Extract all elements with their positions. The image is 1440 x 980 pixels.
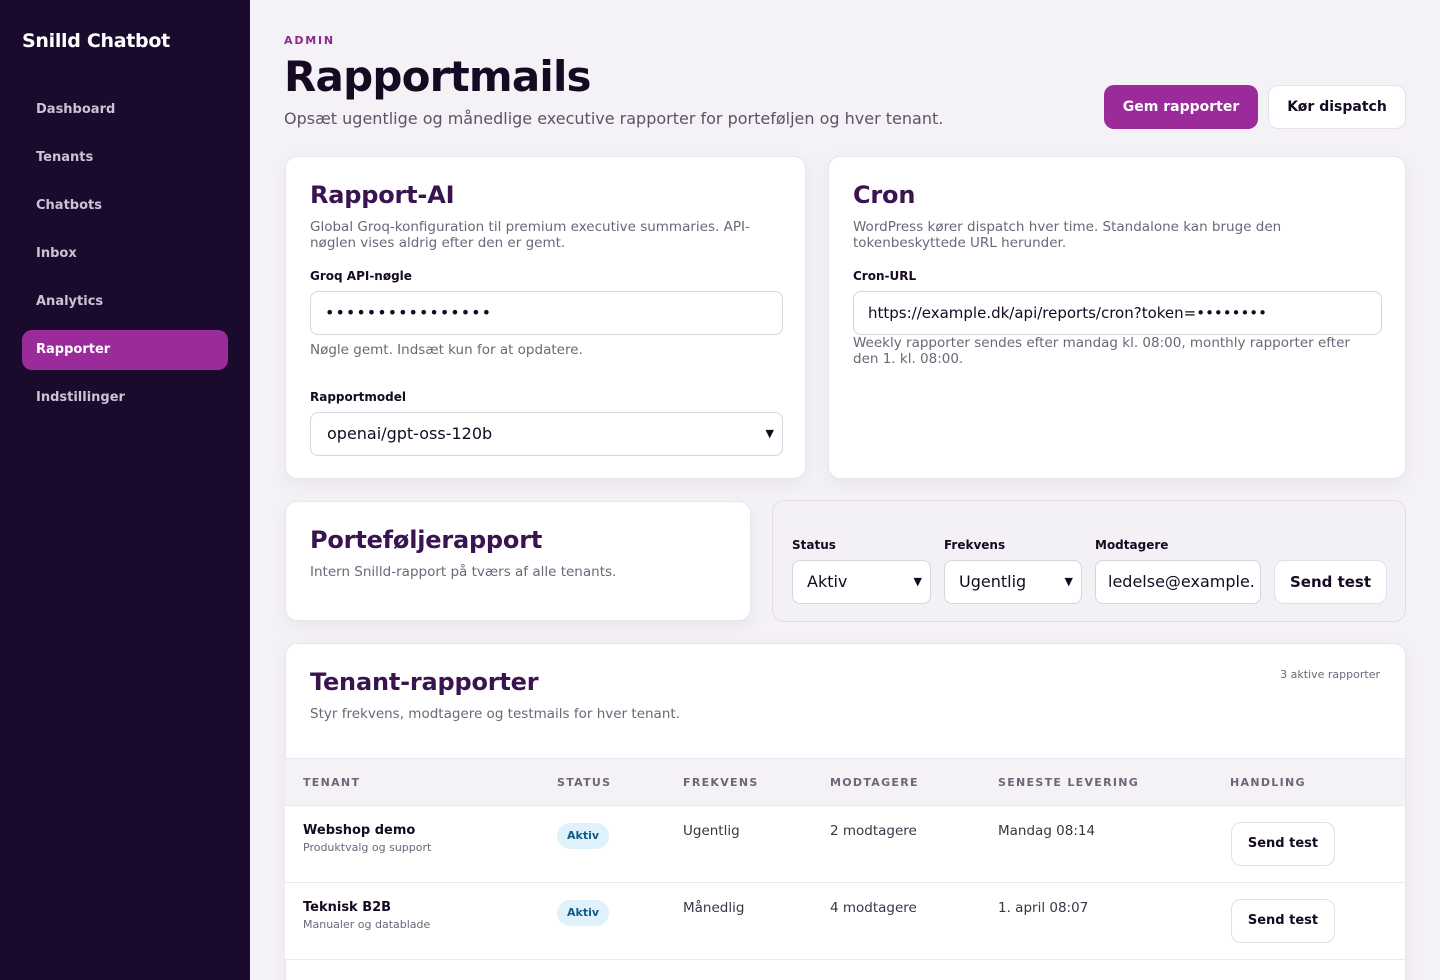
- column-header-last-delivery: SENESTE LEVERING: [998, 776, 1140, 789]
- column-header-recipients: MODTAGERE: [830, 776, 919, 789]
- portfolio-frequency-label: Frekvens: [944, 538, 1006, 552]
- brand-logo[interactable]: Snilld Chatbot: [22, 30, 170, 52]
- groq-key-hint: Nøgle gemt. Indsæt kun for at opdatere.: [310, 342, 583, 358]
- column-header-tenant: TENANT: [303, 776, 361, 789]
- send-test-button[interactable]: Send test: [1231, 899, 1335, 943]
- frequency-cell: Ugentlig: [683, 823, 740, 839]
- report-model-label: Rapportmodel: [310, 390, 407, 404]
- sidebar: Snilld Chatbot Dashboard Tenants Chatbot…: [0, 0, 250, 980]
- portfolio-recipients-label: Modtagere: [1095, 538, 1169, 552]
- portfolio-frequency-select[interactable]: Ugentlig ▼: [944, 560, 1082, 604]
- cron-url-label: Cron-URL: [853, 269, 917, 283]
- sidebar-item-tenants[interactable]: Tenants: [22, 138, 228, 178]
- cron-card: Cron WordPress kører dispatch hver time.…: [828, 156, 1406, 479]
- sidebar-item-analytics[interactable]: Analytics: [22, 282, 228, 322]
- column-header-status: STATUS: [557, 776, 612, 789]
- groq-key-label: Groq API-nøgle: [310, 269, 412, 283]
- sidebar-item-indstillinger[interactable]: Indstillinger: [22, 378, 228, 418]
- tenant-name: Webshop demo: [303, 823, 416, 838]
- portfolio-send-test-button[interactable]: Send test: [1274, 560, 1387, 604]
- sidebar-item-rapporter[interactable]: Rapporter: [22, 330, 228, 370]
- report-ai-title: Rapport-AI: [310, 181, 455, 209]
- status-badge: Aktiv: [557, 823, 610, 849]
- cron-description: WordPress kører dispatch hver time. Stan…: [853, 219, 1282, 251]
- page-subtitle: Opsæt ugentlige og månedlige executive r…: [284, 109, 944, 128]
- tenant-reports-title: Tenant-rapporter: [310, 668, 539, 696]
- portfolio-status-select[interactable]: Aktiv ▼: [792, 560, 931, 604]
- chevron-down-icon: ▼: [1064, 575, 1073, 588]
- portfolio-recipients-input[interactable]: ledelse@example.: [1095, 560, 1261, 604]
- sidebar-item-chatbots[interactable]: Chatbots: [22, 186, 228, 226]
- sidebar-item-dashboard[interactable]: Dashboard: [22, 90, 228, 130]
- recipients-cell: 4 modtagere: [830, 900, 917, 916]
- chevron-down-icon: ▼: [765, 427, 774, 440]
- portfolio-title: Porteføljerapport: [310, 526, 543, 554]
- active-reports-count: 3 aktive rapporter: [1280, 668, 1380, 681]
- save-reports-button[interactable]: Gem rapporter: [1104, 85, 1258, 129]
- tenant-name: Teknisk B2B: [303, 900, 392, 915]
- portfolio-status-value: Aktiv: [807, 572, 848, 591]
- groq-key-input[interactable]: ••••••••••••••••: [310, 291, 783, 335]
- frequency-cell: Månedlig: [683, 900, 745, 916]
- portfolio-description: Intern Snilld-rapport på tværs af alle t…: [310, 564, 617, 580]
- column-header-action: HANDLING: [1230, 776, 1306, 789]
- portfolio-controls: Status Aktiv ▼ Frekvens Ugentlig ▼ Modta…: [772, 500, 1406, 622]
- status-badge: Aktiv: [557, 900, 610, 926]
- recipients-cell: 2 modtagere: [830, 823, 917, 839]
- page-eyebrow: ADMIN: [284, 34, 335, 47]
- last-delivery-cell: Mandag 08:14: [998, 823, 1096, 839]
- last-delivery-cell: 1. april 08:07: [998, 900, 1089, 916]
- portfolio-status-label: Status: [792, 538, 836, 552]
- tenant-description: Manualer og datablade: [303, 918, 431, 931]
- table-row: Webshop demo Produktvalg og support Akti…: [285, 806, 1405, 883]
- sidebar-item-inbox[interactable]: Inbox: [22, 234, 228, 274]
- send-test-button[interactable]: Send test: [1231, 822, 1335, 866]
- portfolio-card: Porteføljerapport Intern Snilld-rapport …: [285, 501, 751, 621]
- cron-title: Cron: [853, 181, 916, 209]
- cron-hint: Weekly rapporter sendes efter mandag kl.…: [853, 335, 1350, 367]
- tenant-table-header: TENANT STATUS FREKVENS MODTAGERE SENESTE…: [285, 758, 1405, 806]
- portfolio-frequency-value: Ugentlig: [959, 572, 1027, 591]
- tenant-reports-description: Styr frekvens, modtagere og testmails fo…: [310, 706, 680, 722]
- report-ai-description: Global Groq-konfiguration til premium ex…: [310, 219, 750, 251]
- column-header-frequency: FREKVENS: [683, 776, 759, 789]
- tenant-description: Produktvalg og support: [303, 841, 432, 854]
- page-title: Rapportmails: [284, 52, 592, 101]
- report-model-value: openai/gpt-oss-120b: [327, 424, 493, 443]
- chevron-down-icon: ▼: [913, 575, 922, 588]
- run-dispatch-button[interactable]: Kør dispatch: [1268, 85, 1406, 129]
- cron-url-input[interactable]: https://example.dk/api/reports/cron?toke…: [853, 291, 1382, 335]
- table-row: Teknisk B2B Manualer og datablade Aktiv …: [285, 883, 1405, 960]
- report-ai-card: Rapport-AI Global Groq-konfiguration til…: [285, 156, 806, 479]
- report-model-select[interactable]: openai/gpt-oss-120b ▼: [310, 412, 783, 456]
